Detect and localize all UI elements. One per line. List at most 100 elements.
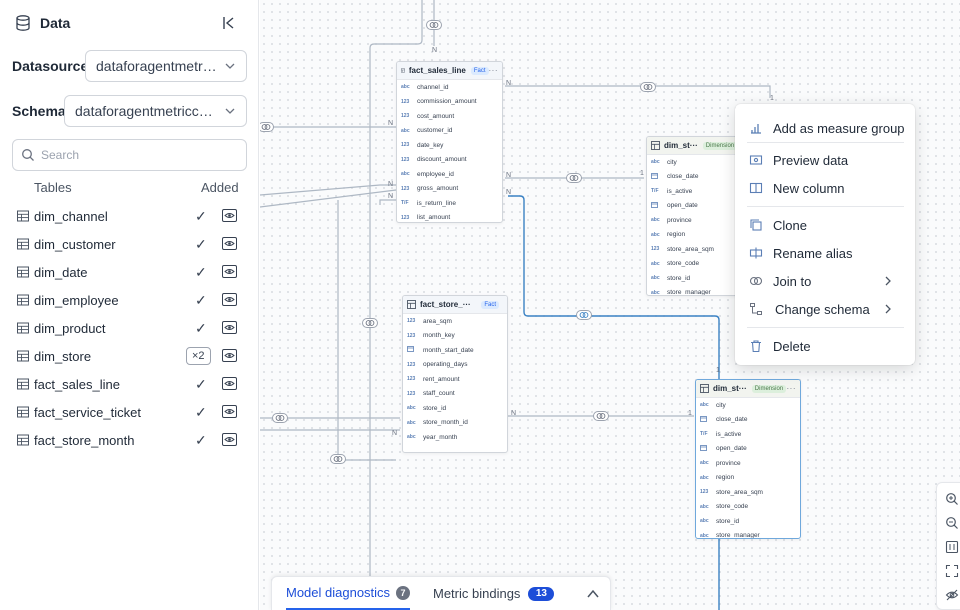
node-column-row[interactable]: open_date xyxy=(647,199,745,214)
node-column-row[interactable]: 123 commission_amount xyxy=(397,95,502,110)
table-node-fact-store-month[interactable]: fact_store_··· Fact 123 area_sqm 123 month_… xyxy=(402,295,508,453)
preview-icon[interactable] xyxy=(222,405,237,418)
node-column-row[interactable]: abc region xyxy=(647,228,745,243)
node-column-row[interactable]: abc city xyxy=(696,398,800,413)
node-column-row[interactable]: 123 store_area_sqm xyxy=(647,242,745,257)
table-list-item[interactable]: dim_employee ✓ xyxy=(0,286,259,314)
menu-item-join-to[interactable]: Join to xyxy=(735,268,915,294)
node-column-row[interactable]: abc city xyxy=(647,155,745,170)
preview-icon[interactable] xyxy=(222,321,237,334)
node-header[interactable]: dim_st··· Dimension ··· xyxy=(696,380,800,398)
node-header[interactable]: fact_store_··· Fact xyxy=(403,296,507,314)
node-column-row[interactable]: T/F is_return_line xyxy=(397,196,502,211)
node-column-row[interactable]: month_start_date xyxy=(403,343,507,358)
hide-icon[interactable] xyxy=(945,588,959,602)
node-column-row[interactable]: abc store_id xyxy=(403,401,507,416)
preview-icon[interactable] xyxy=(222,265,237,278)
node-column-row[interactable]: 123 rent_amount xyxy=(403,372,507,387)
table-node-dim-store[interactable]: dim_st··· Dimension abc city close_date T/F… xyxy=(646,136,746,296)
preview-icon[interactable] xyxy=(222,433,237,446)
node-column-row[interactable]: 123 month_key xyxy=(403,329,507,344)
table-list-item[interactable]: dim_channel ✓ xyxy=(0,202,259,230)
chevron-up-icon[interactable] xyxy=(586,587,600,601)
preview-icon[interactable] xyxy=(222,209,237,222)
node-column-row[interactable]: 123 staff_count xyxy=(403,387,507,402)
node-column-row[interactable]: close_date xyxy=(696,413,800,428)
menu-item-clone[interactable]: Clone xyxy=(735,212,915,238)
table-icon xyxy=(17,238,29,250)
node-column-row[interactable]: abc province xyxy=(696,456,800,471)
zoom-out-icon[interactable] xyxy=(945,516,959,530)
node-column-row[interactable]: abc store_manager xyxy=(647,286,745,295)
menu-item-change-schema[interactable]: Change schema xyxy=(735,296,915,322)
table-search[interactable] xyxy=(12,139,247,171)
node-column-row[interactable]: T/F is_active xyxy=(696,427,800,442)
collapse-sidebar-button[interactable] xyxy=(218,12,240,34)
node-header[interactable]: dim_st··· Dimension xyxy=(647,137,745,155)
preview-icon[interactable] xyxy=(222,377,237,390)
node-column-row[interactable]: 123 date_key xyxy=(397,138,502,153)
join-badge[interactable] xyxy=(576,310,592,320)
node-column-row[interactable]: abc customer_id xyxy=(397,124,502,139)
node-column-row[interactable]: abc year_month xyxy=(403,430,507,445)
node-column-row[interactable]: 123 cost_amount xyxy=(397,109,502,124)
join-badge[interactable] xyxy=(260,122,274,132)
preview-icon[interactable] xyxy=(222,237,237,250)
node-column-row[interactable]: T/F is_active xyxy=(647,184,745,199)
zoom-in-icon[interactable] xyxy=(945,492,959,506)
menu-item-new-column[interactable]: New column xyxy=(735,175,915,201)
node-column-row[interactable]: abc store_month_id xyxy=(403,416,507,431)
join-badge[interactable] xyxy=(640,82,656,92)
node-column-row[interactable]: abc store_code xyxy=(696,500,800,515)
table-icon xyxy=(17,378,29,390)
node-column-row[interactable]: abc employee_id xyxy=(397,167,502,182)
node-column-row[interactable]: abc store_code xyxy=(647,257,745,272)
menu-item-add-as-measure-group[interactable]: Add as measure group xyxy=(735,115,915,141)
node-column-row[interactable]: abc store_id xyxy=(647,271,745,286)
join-badge[interactable] xyxy=(593,411,609,421)
node-column-row[interactable]: close_date xyxy=(647,170,745,185)
node-more-button[interactable]: ··· xyxy=(489,66,499,75)
preview-icon[interactable] xyxy=(222,293,237,306)
table-list-item[interactable]: fact_sales_line ✓ xyxy=(0,370,259,398)
table-list-item[interactable]: dim_product ✓ xyxy=(0,314,259,342)
join-badge[interactable] xyxy=(362,318,378,328)
preview-icon[interactable] xyxy=(222,349,237,362)
tab-metric-bindings[interactable]: Metric bindings 13 xyxy=(433,577,555,610)
node-column-row[interactable]: abc province xyxy=(647,213,745,228)
datasource-select[interactable]: dataforagentmetric... xyxy=(85,50,247,82)
table-list-item[interactable]: dim_store ×2 xyxy=(0,342,259,370)
node-column-row[interactable]: open_date xyxy=(696,442,800,457)
join-badge[interactable] xyxy=(426,20,442,30)
node-column-row[interactable]: 123 list_amount xyxy=(397,211,502,223)
tab-model-diagnostics[interactable]: Model diagnostics 7 xyxy=(286,577,411,610)
join-badge[interactable] xyxy=(566,173,582,183)
menu-item-preview-data[interactable]: Preview data xyxy=(735,147,915,173)
table-list-item[interactable]: dim_date ✓ xyxy=(0,258,259,286)
table-list-item[interactable]: fact_service_ticket ✓ xyxy=(0,398,259,426)
node-column-row[interactable]: abc store_id xyxy=(696,514,800,529)
node-column-row[interactable]: 123 operating_days xyxy=(403,358,507,373)
node-column-row[interactable]: abc region xyxy=(696,471,800,486)
schema-select[interactable]: dataforagentmetriccha... xyxy=(64,95,247,127)
search-input[interactable] xyxy=(41,148,231,162)
join-badge[interactable] xyxy=(330,454,346,464)
node-column-row[interactable]: 123 gross_amount xyxy=(397,182,502,197)
node-column-row[interactable]: abc store_manager xyxy=(696,529,800,538)
node-header[interactable]: fact_sales_line Fact ··· xyxy=(397,62,502,80)
node-column-row[interactable]: abc channel_id xyxy=(397,80,502,95)
menu-divider xyxy=(747,327,904,328)
join-badge[interactable] xyxy=(272,413,288,423)
fit-view-icon[interactable] xyxy=(945,540,959,554)
node-column-row[interactable]: 123 store_area_sqm xyxy=(696,485,800,500)
menu-item-delete[interactable]: Delete xyxy=(735,333,915,359)
table-list-item[interactable]: fact_store_month ✓ xyxy=(0,426,259,454)
fullscreen-icon[interactable] xyxy=(945,564,959,578)
node-column-row[interactable]: 123 area_sqm xyxy=(403,314,507,329)
table-list-item[interactable]: dim_customer ✓ xyxy=(0,230,259,258)
node-more-button[interactable]: ··· xyxy=(787,384,797,393)
menu-item-rename-alias[interactable]: Rename alias xyxy=(735,240,915,266)
node-column-row[interactable]: 123 discount_amount xyxy=(397,153,502,168)
table-node-dim-store-alias[interactable]: dim_st··· Dimension ··· abc city close_dat… xyxy=(695,379,801,539)
table-node-fact-sales-line[interactable]: fact_sales_line Fact ··· abc channel_id 12… xyxy=(396,61,503,223)
